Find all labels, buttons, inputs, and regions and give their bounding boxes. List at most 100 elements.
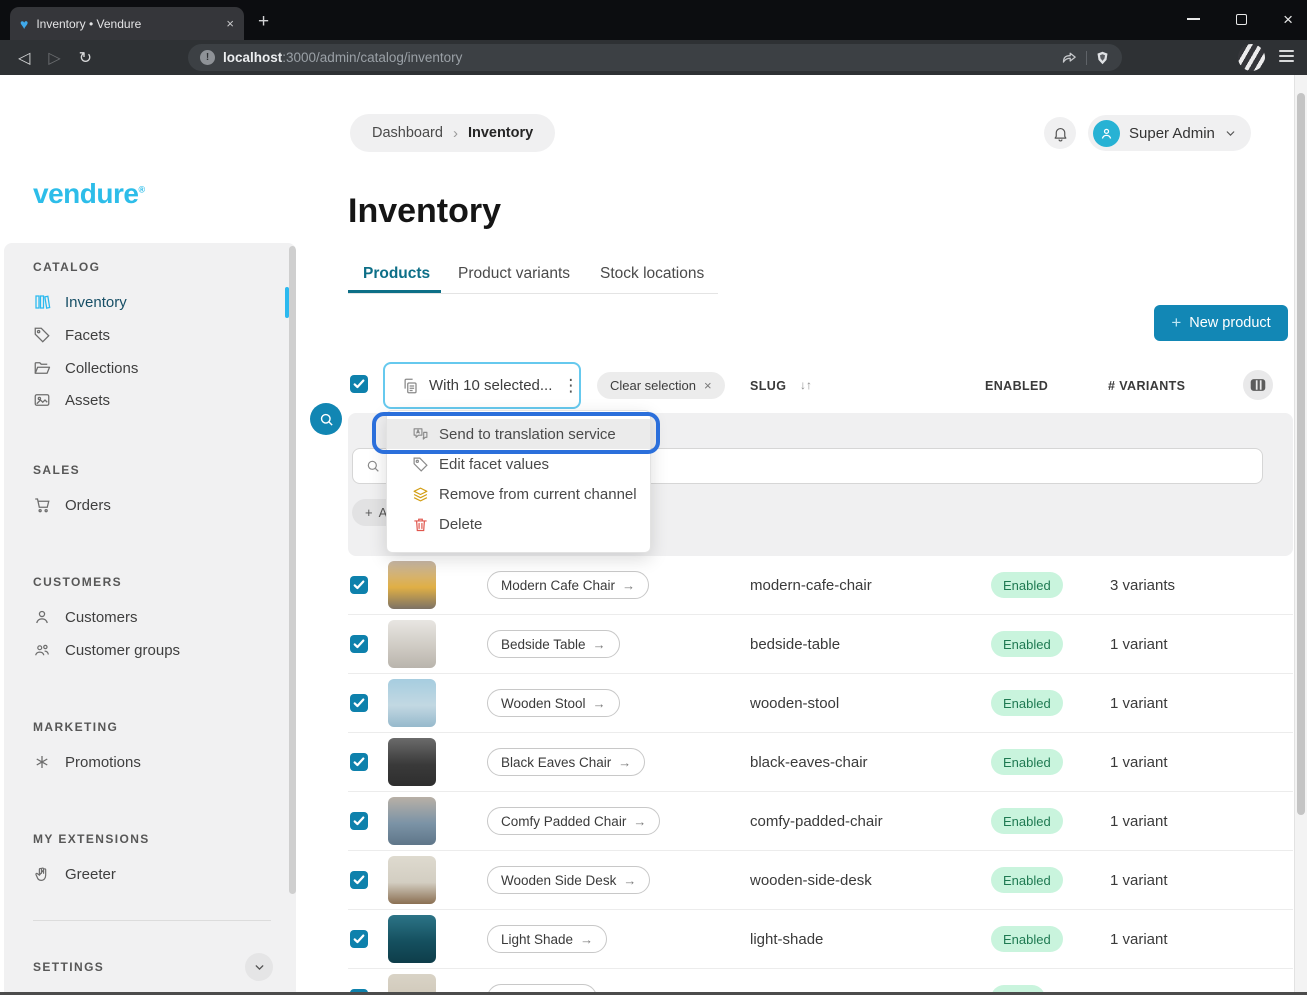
- browser-tab[interactable]: ♥ Inventory • Vendure ×: [10, 7, 244, 40]
- search-toggle-button[interactable]: [310, 403, 342, 435]
- arrow-right-icon: →: [623, 873, 636, 888]
- arrow-right-icon: →: [593, 696, 606, 711]
- row-checkbox[interactable]: [350, 694, 368, 712]
- arrow-right-icon: →: [593, 637, 606, 652]
- product-slug: wooden-side-desk: [750, 872, 872, 889]
- window-close-button[interactable]: ×: [1283, 11, 1293, 28]
- back-button[interactable]: ◁: [18, 48, 30, 68]
- product-name-link[interactable]: Bedside Table →: [487, 630, 620, 658]
- menu-item-edit-facet-values[interactable]: Edit facet values: [387, 449, 650, 479]
- notifications-button[interactable]: [1044, 117, 1076, 149]
- section-label-catalog: CATALOG: [33, 260, 100, 274]
- tab-product-variants[interactable]: Product variants: [458, 265, 570, 283]
- kebab-menu-icon[interactable]: ⋮: [562, 376, 579, 396]
- url-bar[interactable]: ! localhost:3000/admin/catalog/inventory: [188, 44, 1122, 71]
- site-info-icon[interactable]: !: [200, 50, 215, 65]
- sidebar-item-facets[interactable]: Facets: [24, 320, 274, 350]
- user-name: Super Admin: [1129, 125, 1215, 142]
- product-name-link[interactable]: Modern Cafe Chair →: [487, 571, 649, 599]
- sort-icon[interactable]: ↓↑: [800, 378, 812, 392]
- row-checkbox[interactable]: [350, 930, 368, 948]
- browser-titlebar: ♥ Inventory • Vendure × + ×: [0, 0, 1307, 40]
- breadcrumb-dashboard[interactable]: Dashboard: [372, 125, 443, 141]
- arrow-right-icon: →: [622, 578, 635, 593]
- tag-icon: [412, 456, 429, 473]
- minimize-button[interactable]: [1187, 18, 1200, 20]
- product-name-link[interactable]: Black Eaves Chair →: [487, 748, 645, 776]
- people-group-icon: [33, 641, 51, 659]
- tab-stock-locations[interactable]: Stock locations: [600, 265, 704, 283]
- with-selected-button[interactable]: With 10 selected... ⋮: [383, 362, 581, 409]
- breadcrumb-current: Inventory: [468, 125, 533, 141]
- table-row[interactable]: Bedside Table → bedside-table Enabled 1 …: [348, 615, 1293, 674]
- search-icon: [318, 411, 335, 428]
- row-checkbox[interactable]: [350, 576, 368, 594]
- avatar: [1093, 120, 1120, 147]
- sidebar-item-greeter[interactable]: Greeter: [24, 859, 274, 889]
- close-icon[interactable]: ×: [704, 378, 712, 393]
- column-picker-button[interactable]: [1243, 370, 1273, 400]
- brave-shield-icon[interactable]: [1095, 50, 1110, 66]
- row-checkbox[interactable]: [350, 812, 368, 830]
- sidebar-item-assets[interactable]: Assets: [24, 385, 274, 415]
- status-badge: Enabled: [991, 867, 1063, 893]
- row-checkbox[interactable]: [350, 635, 368, 653]
- sidebar-item-customer-groups[interactable]: Customer groups: [24, 635, 274, 665]
- browser-menu-icon[interactable]: [1279, 50, 1294, 62]
- column-header-slug[interactable]: SLUG: [750, 379, 786, 393]
- menu-item-delete[interactable]: Delete: [387, 509, 650, 539]
- arrow-right-icon: →: [580, 932, 593, 947]
- share-icon[interactable]: [1061, 49, 1078, 66]
- sidebar-item-promotions[interactable]: Promotions: [24, 747, 274, 777]
- menu-item-remove-from-channel[interactable]: Remove from current channel: [387, 479, 650, 509]
- row-checkbox[interactable]: [350, 753, 368, 771]
- product-name-link[interactable]: Wooden Side Desk →: [487, 866, 650, 894]
- table-row[interactable]: Modern Cafe Chair → modern-cafe-chair En…: [348, 556, 1293, 615]
- chevron-down-icon[interactable]: [245, 953, 273, 981]
- plus-icon: +: [1171, 313, 1181, 333]
- bell-icon: [1052, 125, 1069, 142]
- select-all-checkbox[interactable]: [350, 375, 368, 393]
- tab-products[interactable]: Products: [363, 265, 430, 283]
- tabs-divider: [348, 293, 718, 294]
- sidebar-nav-panel: CATALOG Inventory Facets Collections: [4, 243, 296, 995]
- maximize-button[interactable]: [1236, 14, 1247, 25]
- product-slug: modern-cafe-chair: [750, 577, 872, 594]
- menu-item-send-to-translation[interactable]: Send to translation service: [387, 419, 650, 449]
- product-slug: wooden-stool: [750, 695, 839, 712]
- browser-profile-avatar[interactable]: [1238, 44, 1265, 71]
- new-product-button[interactable]: + New product: [1154, 305, 1288, 341]
- variant-count: 1 variant: [1110, 636, 1168, 653]
- table-row[interactable]: Comfy Padded Chair → comfy-padded-chair …: [348, 792, 1293, 851]
- product-name-link[interactable]: Comfy Padded Chair →: [487, 807, 660, 835]
- main-scrollbar-thumb[interactable]: [1297, 93, 1305, 815]
- sidebar-item-inventory[interactable]: Inventory: [24, 287, 274, 317]
- reload-button[interactable]: ↻: [79, 48, 92, 68]
- sidebar-item-collections[interactable]: Collections: [24, 353, 274, 383]
- table-row[interactable]: Wooden Side Desk → wooden-side-desk Enab…: [348, 851, 1293, 910]
- sidebar-item-label: Promotions: [65, 754, 141, 771]
- url-path: :3000/admin/catalog/inventory: [282, 50, 462, 65]
- active-tab-underline: [348, 290, 441, 293]
- table-row[interactable]: Black Eaves Chair → black-eaves-chair En…: [348, 733, 1293, 792]
- tag-icon: [33, 326, 51, 344]
- forward-button[interactable]: ▷: [48, 48, 60, 68]
- cart-icon: [33, 496, 51, 514]
- sidebar-item-label: Inventory: [65, 294, 127, 311]
- product-name-link[interactable]: Wooden Stool →: [487, 689, 620, 717]
- product-name-link[interactable]: Light Shade →: [487, 925, 607, 953]
- sidebar-scrollbar[interactable]: [289, 246, 296, 894]
- table-row[interactable]: Light Shade → light-shade Enabled 1 vari…: [348, 910, 1293, 969]
- sidebar-section-settings[interactable]: SETTINGS: [33, 953, 273, 981]
- status-badge: Enabled: [991, 631, 1063, 657]
- url-host: localhost: [223, 50, 282, 65]
- tab-close-icon[interactable]: ×: [226, 16, 234, 31]
- clear-selection-button[interactable]: Clear selection ×: [597, 372, 725, 399]
- new-tab-button[interactable]: +: [258, 11, 269, 33]
- row-checkbox[interactable]: [350, 871, 368, 889]
- user-menu[interactable]: Super Admin: [1088, 115, 1251, 151]
- product-slug: bedside-table: [750, 636, 840, 653]
- sidebar-item-customers[interactable]: Customers: [24, 602, 274, 632]
- table-row[interactable]: Wooden Stool → wooden-stool Enabled 1 va…: [348, 674, 1293, 733]
- sidebar-item-orders[interactable]: Orders: [24, 490, 274, 520]
